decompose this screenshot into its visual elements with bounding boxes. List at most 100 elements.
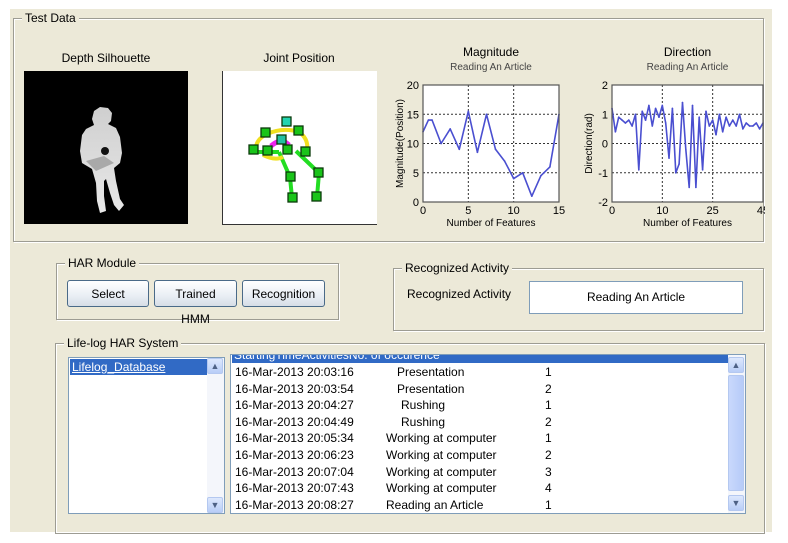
test-data-title: Test Data xyxy=(22,11,79,25)
data-point xyxy=(708,125,711,127)
log-cell-count: 1 xyxy=(545,497,552,512)
data-point xyxy=(681,101,684,104)
log-cell-time: 16-Mar-2013 20:06:23 xyxy=(235,448,354,462)
log-cell-activity: Rushing xyxy=(401,414,446,429)
log-cell-count: 1 xyxy=(545,398,552,413)
database-item[interactable]: Lifelog_Database xyxy=(70,359,209,375)
chart-subtitle: Reading An Article xyxy=(647,62,729,73)
x-axis-label: Number of Features xyxy=(643,218,732,229)
joint-hand-left xyxy=(248,144,259,155)
x-tick-label: 10 xyxy=(508,205,520,217)
data-point xyxy=(685,148,687,151)
data-point xyxy=(458,148,461,151)
log-cell-activity: Rushing xyxy=(401,398,446,413)
y-tick-label: 10 xyxy=(407,139,419,151)
x-tick-label: 0 xyxy=(420,205,426,217)
trained-hmm-button[interactable]: Trained HMM xyxy=(154,280,237,326)
x-axis-label: Number of Features xyxy=(447,218,536,229)
log-scroll-up-button[interactable]: ▲ xyxy=(728,357,744,373)
recognized-activity-label: Recognized Activity xyxy=(407,287,512,301)
chart-title: Magnitude xyxy=(463,45,519,59)
data-point xyxy=(745,122,748,124)
data-point xyxy=(701,169,704,171)
y-tick-label: 20 xyxy=(407,80,419,92)
x-tick-label: 45 xyxy=(757,205,765,217)
data-point xyxy=(634,113,637,116)
data-point xyxy=(664,122,667,124)
data-point xyxy=(742,128,744,130)
data-point xyxy=(678,163,680,165)
log-cell-activity: Working at computer xyxy=(386,464,497,479)
log-row[interactable]: 16-Mar-2013 20:06:23 Working at computer 2 xyxy=(233,447,723,463)
data-point xyxy=(617,116,620,118)
joint-knee-right xyxy=(313,167,324,178)
recognized-activity-title: Recognized Activity xyxy=(402,261,513,275)
x-tick-label: 10 xyxy=(656,205,668,217)
har-window: Test Data Depth Silhouette Joint Positio… xyxy=(10,9,772,534)
data-point xyxy=(688,186,690,189)
database-listbox[interactable]: Lifelog_Database ▲ ▼ xyxy=(68,357,225,514)
log-header-row[interactable]: StartingTimeActivitiesNo. of occurence xyxy=(232,355,730,363)
scroll-up-button[interactable]: ▲ xyxy=(207,358,223,374)
scroll-down-button[interactable]: ▼ xyxy=(207,497,223,513)
log-row[interactable]: 16-Mar-2013 20:07:43 Working at computer 4 xyxy=(233,480,723,496)
log-scroll-down-button[interactable]: ▼ xyxy=(728,495,744,511)
data-point xyxy=(531,195,533,197)
data-point xyxy=(644,119,647,121)
data-point xyxy=(549,166,551,168)
data-point xyxy=(671,107,674,110)
database-scrollbar[interactable]: ▲ ▼ xyxy=(207,358,224,513)
y-tick-label: -2 xyxy=(598,197,608,209)
data-point xyxy=(521,171,524,174)
y-tick-label: 0 xyxy=(602,139,608,151)
joint-hip xyxy=(282,144,293,155)
recognition-button[interactable]: Recognition xyxy=(242,280,325,307)
data-point xyxy=(427,119,430,121)
joint-neck xyxy=(276,134,287,145)
data-point xyxy=(728,125,731,127)
data-point xyxy=(698,116,701,118)
y-tick-label: -1 xyxy=(598,168,608,180)
depth-silhouette-image xyxy=(24,71,188,224)
x-tick-label: 5 xyxy=(465,205,471,217)
data-point xyxy=(440,142,442,145)
select-button[interactable]: Select xyxy=(67,280,149,307)
joint-hand-right xyxy=(300,146,311,157)
log-cell-count: 3 xyxy=(545,464,552,479)
log-cell-count: 1 xyxy=(545,365,552,379)
log-scroll-thumb[interactable] xyxy=(728,375,744,491)
data-point xyxy=(755,122,758,124)
joint-foot-left xyxy=(287,192,298,203)
log-cell-activity: Presentation xyxy=(397,365,465,379)
data-point xyxy=(494,148,497,151)
x-tick-label: 15 xyxy=(553,205,565,217)
recognized-activity-field[interactable]: Reading An Article xyxy=(529,281,743,314)
log-row[interactable]: 16-Mar-2013 20:03:16 Presentation 1 xyxy=(233,364,723,380)
log-cell-activity: Presentation xyxy=(397,381,465,396)
log-cell-time: 16-Mar-2013 20:04:49 xyxy=(235,414,354,429)
data-point xyxy=(449,128,451,130)
log-row[interactable]: 16-Mar-2013 20:05:34 Working at computer 1 xyxy=(233,430,723,446)
y-tick-label: 0 xyxy=(413,197,419,209)
activity-log-listbox[interactable]: StartingTimeActivitiesNo. of occurence 1… xyxy=(230,354,746,514)
lifelog-title: Life-log HAR System xyxy=(64,336,182,350)
log-row[interactable]: 16-Mar-2013 20:04:27 Rushing 1 xyxy=(233,397,723,413)
log-row[interactable]: 16-Mar-2013 20:08:27 Reading an Article 1 xyxy=(233,497,723,513)
joint-shoulder-right xyxy=(293,125,304,136)
log-cell-activity: Working at computer xyxy=(386,431,497,446)
data-point xyxy=(476,151,479,154)
skeleton-figure xyxy=(248,116,324,203)
log-scrollbar[interactable]: ▲ ▼ xyxy=(728,355,745,513)
data-point xyxy=(485,113,488,116)
data-point xyxy=(614,131,617,133)
log-cell-time: 16-Mar-2013 20:03:16 xyxy=(235,365,354,379)
log-row[interactable]: 16-Mar-2013 20:04:49 Rushing 2 xyxy=(233,414,723,430)
log-row[interactable]: 16-Mar-2013 20:07:04 Working at computer 3 xyxy=(233,464,723,480)
data-point xyxy=(654,107,657,110)
data-point xyxy=(705,110,707,113)
log-cell-count: 2 xyxy=(545,448,552,462)
log-cell-time: 16-Mar-2013 20:08:27 xyxy=(235,497,354,512)
data-point xyxy=(641,110,643,113)
silhouette-caption: Depth Silhouette xyxy=(61,51,151,65)
log-row[interactable]: 16-Mar-2013 20:03:54 Presentation 2 xyxy=(233,381,723,397)
